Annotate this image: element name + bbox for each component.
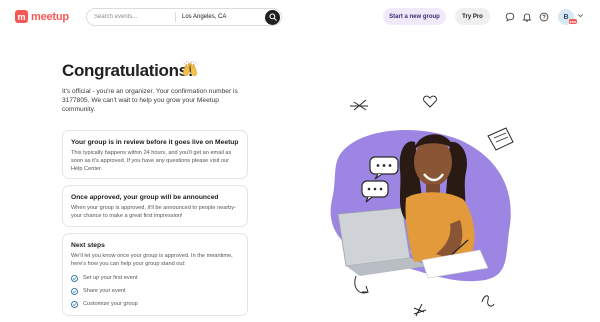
step-item[interactable]: Share your event bbox=[71, 287, 239, 295]
star-doodle bbox=[413, 303, 427, 317]
page-title: Congratulations! bbox=[62, 61, 194, 80]
check-circle-icon bbox=[71, 287, 78, 295]
chevron-down-icon[interactable] bbox=[577, 12, 584, 19]
card-title: Next steps bbox=[71, 242, 105, 249]
review-card: Your group is in review before it goes l… bbox=[62, 130, 248, 179]
woman-figure bbox=[399, 134, 475, 262]
card-body: This typically happens within 24 hours, … bbox=[71, 150, 232, 172]
help-icon bbox=[539, 12, 548, 21]
start-new-group-button[interactable]: Start a new group bbox=[383, 8, 446, 25]
next-steps-card: Next steps We'll let you know once your … bbox=[62, 233, 248, 316]
celebration-illustration bbox=[330, 95, 514, 317]
search-input[interactable] bbox=[87, 14, 175, 20]
chat-icon bbox=[505, 12, 514, 22]
meetup-logo-mark: m bbox=[15, 10, 28, 23]
top-nav: m meetup Los Angeles, CA Start a new gro… bbox=[0, 0, 600, 34]
step-item[interactable]: Customize your group bbox=[71, 300, 239, 308]
raising-hands-icon bbox=[183, 60, 197, 76]
laptop bbox=[337, 207, 411, 267]
announcement-card: Once approved, your group will be announ… bbox=[62, 185, 248, 227]
note-doodle bbox=[487, 127, 514, 151]
squiggle-doodle bbox=[481, 295, 495, 307]
search-bar: Los Angeles, CA bbox=[86, 8, 282, 26]
intro-text: It's official - you're an organizer. You… bbox=[62, 88, 238, 114]
card-body: We'll let you know once your group is ap… bbox=[71, 253, 233, 267]
step-label: Share your event bbox=[83, 288, 126, 295]
bell-icon bbox=[521, 13, 532, 22]
location-input[interactable]: Los Angeles, CA bbox=[176, 14, 265, 20]
search-icon bbox=[268, 13, 277, 21]
notifications-button[interactable] bbox=[521, 11, 532, 22]
card-title: Once approved, your group will be announ… bbox=[71, 194, 219, 201]
step-item[interactable]: Set up your first event bbox=[71, 274, 239, 282]
star-doodle bbox=[350, 99, 368, 111]
step-label: Customize your group bbox=[83, 301, 138, 308]
pro-badge: PRO bbox=[569, 19, 577, 24]
arrow-doodle bbox=[354, 275, 369, 294]
try-pro-button[interactable]: Try Pro bbox=[455, 8, 490, 25]
help-button[interactable] bbox=[538, 11, 549, 22]
check-circle-icon bbox=[71, 274, 78, 282]
card-body: When your group is approved, it'll be an… bbox=[71, 205, 236, 219]
search-button[interactable] bbox=[265, 9, 280, 25]
check-circle-icon bbox=[71, 300, 78, 308]
meetup-logo[interactable]: m meetup bbox=[15, 10, 69, 23]
card-title: Your group is in review before it goes l… bbox=[71, 139, 239, 146]
messages-button[interactable] bbox=[504, 11, 515, 22]
logo-text: meetup bbox=[31, 10, 69, 23]
heart-doodle bbox=[423, 95, 437, 108]
step-label: Set up your first event bbox=[83, 275, 138, 282]
